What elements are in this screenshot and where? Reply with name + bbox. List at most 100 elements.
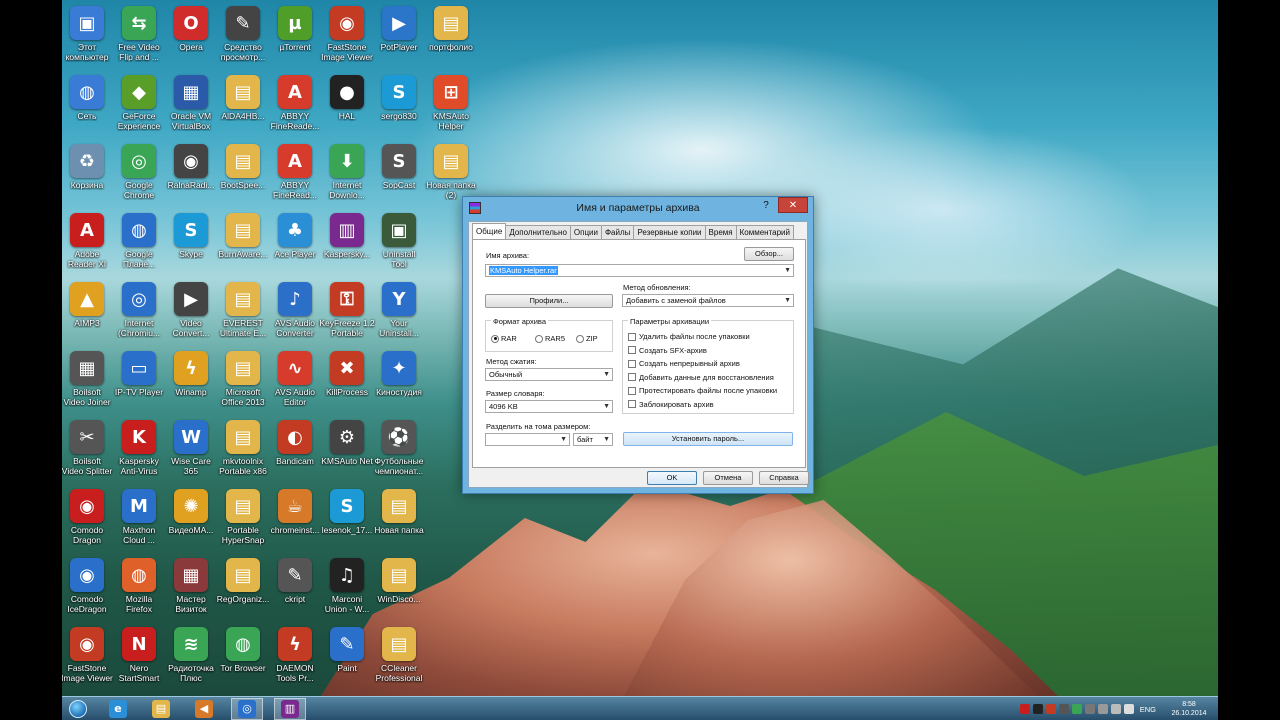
taskbar-app[interactable]: ◀ (188, 698, 220, 720)
app-icon: ▲ (70, 282, 104, 316)
app-icon: ▤ (434, 6, 468, 40)
format-zip-radio[interactable]: ZIP (576, 334, 598, 343)
format-rar5-radio[interactable]: RAR5 (535, 334, 565, 343)
checkbox-box (628, 359, 636, 368)
options-label: Параметры архивации (628, 317, 712, 326)
archive-name-field[interactable]: KMSAuto Helper.rar ▼ (485, 264, 794, 277)
profiles-button[interactable]: Профили... (485, 294, 613, 308)
taskbar-app[interactable]: ▥ (274, 698, 306, 720)
app-icon: ≋ (174, 627, 208, 661)
app-icon: ▤ (382, 558, 416, 592)
archive-dialog: Имя и параметры архива ? ✕ Общие Дополни… (462, 196, 814, 494)
set-password-button[interactable]: Установить пароль... (623, 432, 793, 446)
app-icon: ◆ (122, 75, 156, 109)
option-checkbox[interactable]: Заблокировать архив (628, 400, 714, 409)
desktop-icon[interactable]: ✦ Киностудия (366, 347, 432, 413)
app-icon: M (122, 489, 156, 523)
tab-time[interactable]: Время (704, 225, 737, 239)
compression-select[interactable]: Обычный ▼ (485, 368, 613, 381)
browse-button[interactable]: Обзор... (744, 247, 794, 261)
update-method-select[interactable]: Добавить с заменой файлов ▼ (622, 294, 794, 307)
app-icon: ▤ (434, 144, 468, 178)
tray-icon[interactable] (1097, 704, 1108, 714)
desktop-icon[interactable]: ▤ Новая папка (366, 485, 432, 551)
option-checkbox[interactable]: Создать SFX-архив (628, 346, 707, 355)
app-icon: S (382, 144, 416, 178)
tray-icon[interactable] (1123, 704, 1134, 714)
tray-icon[interactable] (1045, 704, 1056, 714)
format-rar-radio[interactable]: RAR (491, 334, 517, 343)
app-icon: A (278, 75, 312, 109)
desktop-icon[interactable]: ⚽ Футбольные чемпионат... (366, 416, 432, 482)
option-checkbox[interactable]: Создать непрерывный архив (628, 359, 740, 368)
split-size-field[interactable]: ▼ (485, 433, 570, 446)
app-icon: ⚽ (382, 420, 416, 454)
dict-size-select[interactable]: 4096 KB ▼ (485, 400, 613, 413)
ok-button[interactable]: OK (647, 471, 697, 485)
tray-icon[interactable] (1019, 704, 1030, 714)
tray-icon[interactable] (1110, 704, 1121, 714)
app-icon: S (330, 489, 364, 523)
app-icon: ▤ (382, 489, 416, 523)
tab-backup[interactable]: Резервные копии (633, 225, 706, 239)
option-checkbox[interactable]: Добавить данные для восстановления (628, 373, 774, 382)
taskbar-app[interactable]: ▤ (145, 698, 177, 720)
option-checkbox[interactable]: Протестировать файлы после упаковки (628, 386, 777, 395)
clock-date: 26.10.2014 (1171, 710, 1207, 717)
desktop-icon[interactable]: ▣ Uninstall Tool (366, 209, 432, 275)
clock[interactable]: 8:58 26.10.2014 (1164, 700, 1214, 718)
system-tray: ENG 8:58 26.10.2014 (1017, 697, 1214, 720)
letterbox-left (0, 0, 62, 720)
taskbar: e ▤ ◀ ◎ ▥ ENG 8:58 26.10.2014 (62, 696, 1218, 720)
tray-icon[interactable] (1058, 704, 1069, 714)
tray-icon[interactable] (1032, 704, 1043, 714)
checkbox-box (628, 373, 636, 381)
dict-size-label: Размер словаря: (486, 389, 545, 398)
cancel-button[interactable]: Отмена (703, 471, 753, 485)
help-icon[interactable]: ? (759, 200, 773, 214)
tray-icon[interactable] (1084, 704, 1095, 714)
app-icon: A (70, 213, 104, 247)
tab-options[interactable]: Опции (569, 225, 602, 239)
tray-icon[interactable] (1071, 704, 1082, 714)
tab-general[interactable]: Общие (472, 223, 507, 239)
help-button[interactable]: Справка (759, 471, 809, 485)
app-icon: ▤ (226, 282, 260, 316)
close-button[interactable]: ✕ (778, 197, 808, 213)
desktop-icon[interactable]: ▤ WinDisco... (366, 554, 432, 620)
app-icon: ϟ (174, 351, 208, 385)
app-icon: ▤ (226, 213, 260, 247)
split-unit-select[interactable]: байт ▼ (573, 433, 613, 446)
taskbar-app[interactable]: e (102, 698, 134, 720)
desktop-icon[interactable]: ⊞ KMSAuto Helper (418, 71, 484, 137)
app-icon: ✎ (226, 6, 260, 40)
desktop-icon[interactable]: ▤ CCleaner Professional (366, 623, 432, 689)
start-button[interactable] (66, 698, 90, 720)
app-icon: S (174, 213, 208, 247)
clock-time: 8:58 (1182, 701, 1196, 708)
chevron-down-icon: ▼ (560, 436, 567, 443)
app-icon: A (278, 144, 312, 178)
dialog-titlebar[interactable]: Имя и параметры архива ? ✕ (463, 197, 813, 219)
tab-files[interactable]: Файлы (600, 225, 635, 239)
option-label: Создать SFX-архив (639, 345, 707, 355)
language-indicator[interactable]: ENG (1140, 705, 1156, 714)
general-panel: Имя архива: Обзор... KMSAuto Helper.rar … (472, 239, 806, 468)
chevron-down-icon[interactable]: ▼ (784, 265, 791, 276)
option-label: Создать непрерывный архив (639, 359, 740, 368)
tab-advanced[interactable]: Дополнительно (505, 225, 571, 239)
taskbar-app[interactable]: ◎ (231, 698, 263, 720)
desktop-icon-label: CCleaner Professional (375, 663, 423, 683)
radio-dot (535, 334, 543, 343)
tab-comment[interactable]: Комментарий (735, 225, 794, 239)
desktop-icon[interactable]: Y Your Uninstall... (366, 278, 432, 344)
app-icon: ◉ (70, 558, 104, 592)
app-icon: ◉ (174, 144, 208, 178)
app-icon: ⚙ (330, 420, 364, 454)
checkbox-box (628, 386, 636, 395)
desktop-wallpaper[interactable]: ▣ Этот компьютер ⇆ Free Video Flip and ... O… (62, 0, 1218, 696)
desktop-icon[interactable]: ▤ портфолио (418, 2, 484, 68)
desktop-icon-label: Новая папка (374, 525, 424, 535)
app-icon: µ (278, 6, 312, 40)
option-checkbox[interactable]: Удалить файлы после упаковки (628, 332, 750, 341)
